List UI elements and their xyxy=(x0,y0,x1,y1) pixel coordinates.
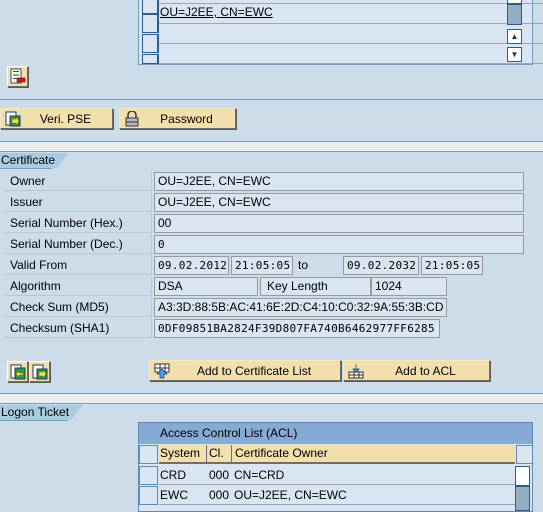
delete-row-icon xyxy=(10,68,26,84)
acl-header-row: System Cl. Certificate Owner xyxy=(159,445,515,464)
key-length-label: Key Length xyxy=(260,277,371,296)
row-divider xyxy=(159,3,543,4)
veri-pse-label: Veri. PSE xyxy=(39,111,92,126)
cell-system: EWC xyxy=(160,488,188,502)
group-tab-underline xyxy=(0,168,52,169)
sha1-label: Checksum (SHA1) xyxy=(4,318,152,338)
algorithm-field[interactable]: DSA xyxy=(154,277,258,296)
lock-icon xyxy=(122,109,142,128)
algorithm-label: Algorithm xyxy=(4,276,152,296)
password-button[interactable]: Password xyxy=(119,108,236,129)
serial-dec-label: Serial Number (Dec.) xyxy=(4,234,152,254)
issuer-row: Issuer OU=J2EE, CN=EWC xyxy=(4,192,524,213)
add-to-certificate-list-button[interactable]: Add to Certificate List xyxy=(149,360,341,381)
scrollbar-thumb[interactable] xyxy=(507,4,522,25)
section-band xyxy=(0,393,543,404)
logon-ticket-group-title: Logon Ticket xyxy=(0,405,83,420)
valid-to-time-field[interactable]: 21:05:05 xyxy=(421,256,483,275)
acl-table: Access Control List (ACL) System Cl. Cer… xyxy=(138,422,533,512)
column-header-certificate-owner[interactable]: Certificate Owner xyxy=(233,445,515,462)
serial-hex-row: Serial Number (Hex.) 00 xyxy=(4,213,524,234)
cell-certificate-owner: OU=J2EE, CN=EWC xyxy=(234,488,347,502)
issuer-field[interactable]: OU=J2EE, CN=EWC xyxy=(154,193,524,212)
sha1-field[interactable]: 0DF09851BA2824F39D807FA740B6462977FF6285 xyxy=(154,319,440,338)
column-header-system[interactable]: System xyxy=(159,445,207,462)
veri-pse-button[interactable]: Veri. PSE xyxy=(0,108,113,129)
delete-entry-button[interactable] xyxy=(7,66,28,87)
valid-from-label: Valid From xyxy=(4,255,152,275)
serial-dec-field[interactable]: 0 xyxy=(154,235,524,254)
cell-certificate-owner: CN=CRD xyxy=(234,468,285,482)
to-label: to xyxy=(298,258,309,272)
add-to-certificate-list-label: Add to Certificate List xyxy=(196,363,312,378)
serial-hex-label: Serial Number (Hex.) xyxy=(4,213,152,233)
row-divider xyxy=(159,63,543,64)
column-header-client[interactable]: Cl. xyxy=(208,445,232,462)
cell-client: 000 xyxy=(209,488,230,502)
table-row-link[interactable]: OU=J2EE, CN=EWC xyxy=(160,5,273,19)
valid-from-time-field[interactable]: 21:05:05 xyxy=(231,256,293,275)
export-certificate-button[interactable] xyxy=(29,361,50,382)
owner-field[interactable]: OU=J2EE, CN=EWC xyxy=(154,172,524,191)
add-to-acl-label: Add to ACL xyxy=(395,363,456,378)
section-separator xyxy=(0,99,543,100)
row-selector[interactable] xyxy=(142,54,159,64)
add-to-list-icon xyxy=(152,361,172,380)
section-band xyxy=(0,141,543,152)
valid-to-date-field[interactable]: 09.02.2032 xyxy=(343,256,419,275)
row-selector[interactable] xyxy=(139,466,158,485)
cell-system: CRD xyxy=(160,468,186,482)
triangle-down-icon: ▼ xyxy=(510,49,519,59)
table-row[interactable]: EWC 000 OU=J2EE, CN=EWC xyxy=(159,485,515,505)
row-selector[interactable] xyxy=(139,486,158,505)
password-label: Password xyxy=(160,111,213,126)
algorithm-row: Algorithm DSA Key Length 1024 xyxy=(4,276,524,297)
md5-field[interactable]: A3:3D:88:5B:AC:41:6E:2D:C4:10:C0:32:9A:5… xyxy=(154,298,447,317)
cell-client: 000 xyxy=(209,468,230,482)
verify-pse-icon xyxy=(3,109,23,128)
serial-dec-row: Serial Number (Dec.) 0 xyxy=(4,234,524,255)
md5-row: Check Sum (MD5) A3:3D:88:5B:AC:41:6E:2D:… xyxy=(4,297,524,318)
owner-label: Owner xyxy=(4,171,152,191)
md5-label: Check Sum (MD5) xyxy=(4,297,152,317)
scrollbar-track[interactable] xyxy=(515,466,530,486)
owner-row: Owner OU=J2EE, CN=EWC xyxy=(4,171,524,192)
key-length-field[interactable]: 1024 xyxy=(371,277,447,296)
pse-certificate-table: OU=J2EE, CN=EWC ▲ ▼ xyxy=(138,0,543,65)
add-to-acl-button[interactable]: Add to ACL xyxy=(343,360,490,381)
import-certificate-button[interactable] xyxy=(7,361,28,382)
row-selector[interactable] xyxy=(142,0,159,14)
row-divider xyxy=(159,23,543,24)
select-all-cell[interactable] xyxy=(139,445,158,464)
acl-table-title: Access Control List (ACL) xyxy=(139,423,532,444)
add-to-acl-icon xyxy=(346,361,366,380)
column-settings-cell[interactable] xyxy=(516,445,533,464)
valid-from-date-field[interactable]: 09.02.2012 xyxy=(154,256,229,275)
row-selector[interactable] xyxy=(142,14,159,33)
scroll-down-button[interactable]: ▼ xyxy=(507,47,522,62)
scroll-up-button[interactable]: ▲ xyxy=(507,29,522,44)
certificate-group-title: Certificate xyxy=(0,153,69,168)
table-row[interactable]: CRD 000 CN=CRD xyxy=(159,465,515,485)
triangle-up-icon: ▲ xyxy=(510,31,519,41)
row-selector[interactable] xyxy=(142,34,159,53)
valid-from-row: Valid From 09.02.2012 21:05:05 to 09.02.… xyxy=(4,255,524,276)
group-tab-underline xyxy=(0,420,68,421)
serial-hex-field[interactable]: 00 xyxy=(154,214,524,233)
row-divider xyxy=(159,43,543,44)
issuer-label: Issuer xyxy=(4,192,152,212)
import-icon xyxy=(10,364,25,379)
sha1-row: Checksum (SHA1) 0DF09851BA2824F39D807FA7… xyxy=(4,318,524,339)
export-icon xyxy=(32,364,47,379)
scrollbar-thumb[interactable] xyxy=(515,486,530,511)
